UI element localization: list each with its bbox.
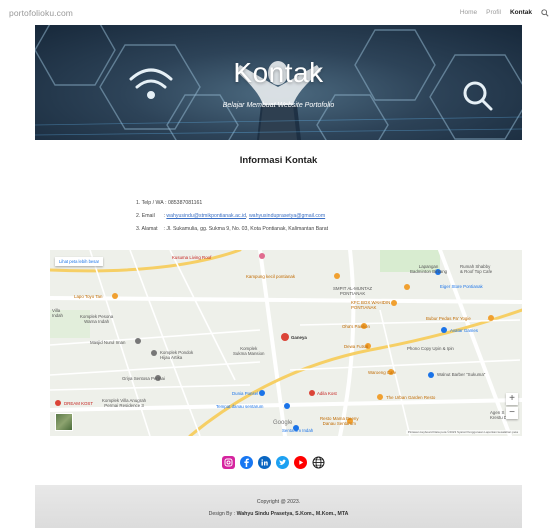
navbar: portofolioku.com Home Profil Kontak [0, 0, 557, 25]
contact-phone: 1. Telp / WA : 085387081161 [136, 198, 328, 211]
address-value: : Jl. Sukamulia, gg. Sukma 9, No. 03, Ko… [163, 226, 329, 232]
map-label: Lapo Toyo Tan [74, 294, 103, 299]
map-label: Walnut Barber "Sukuma" [437, 372, 486, 377]
hero-banner: Kontak Belajar Membuat Website Portofoli… [35, 25, 522, 140]
footer-credit: Design By : Wahyu Sindu Prasetya, S.Kom.… [35, 511, 522, 517]
map-label: SMPIT AL-MUNTAZ PONTIANAK [333, 286, 373, 296]
map-label: Dewa Futsal [344, 344, 369, 349]
map-label: Villa Indah [52, 308, 63, 318]
map-label: Dunia Ponsel [232, 391, 259, 396]
email-separator: : [163, 213, 165, 219]
facebook-icon[interactable] [240, 456, 253, 469]
youtube-icon[interactable] [294, 456, 307, 469]
hero-title: Kontak [233, 57, 324, 88]
hero-subtitle: Belajar Membuat Website Portofolio [222, 102, 335, 109]
address-label: 3. Alamat [136, 226, 158, 232]
map-label: Kampung kecil pontianak [246, 274, 296, 279]
map-label: Ganeya [291, 335, 307, 340]
nav-home[interactable]: Home [460, 9, 477, 16]
map-label: Komplek Pondok Hijau Artika [160, 350, 194, 360]
instagram-icon[interactable] [222, 456, 235, 469]
footer: Copyright @ 2023. Design By : Wahyu Sind… [35, 485, 522, 528]
satellite-toggle[interactable] [55, 413, 73, 431]
section-title: Informasi Kontak [239, 155, 318, 166]
google-map[interactable]: Lihat peta lebih besar Kusuma Living Roo… [50, 250, 522, 436]
search-icon[interactable] [541, 8, 549, 17]
map-label: Tempat danau sentarum [216, 404, 264, 409]
linkedin-icon[interactable] [258, 456, 271, 469]
footer-copyright: Copyright @ 2023. [256, 499, 301, 505]
zoom-in-button[interactable]: + [506, 393, 518, 405]
nav-profil[interactable]: Profil [486, 9, 501, 16]
map-label: Adila Kost [317, 391, 337, 396]
google-logo: Google [273, 420, 293, 426]
map-label: Phono Copy Upin & Ipin [407, 346, 454, 351]
view-larger-map-link[interactable]: Lihat peta lebih besar [55, 257, 104, 266]
email-link-2[interactable]: wahyusinduprasetya@gmail.com [249, 213, 325, 219]
map-label: Griya Sentosa Permai [122, 376, 165, 381]
zoom-out-button[interactable]: − [506, 407, 518, 419]
map-attribution[interactable]: Pintasan keyboard Data peta ©2023 Syarat… [405, 430, 520, 434]
map-label: Sentarum Indah [282, 428, 314, 433]
map-label: The Urban Garden Resto [386, 395, 436, 400]
map-label: Komplek Sukma Mansion [233, 346, 265, 356]
twitter-icon[interactable] [276, 456, 289, 469]
nav-menu: Home Profil Kontak [460, 8, 549, 17]
brand-logo[interactable]: portofolioku.com [9, 8, 73, 18]
footer-credit-prefix: Design By : [208, 511, 236, 517]
phone-label: 1. Telp / WA [136, 200, 164, 206]
email-link-1[interactable]: wahyusindu@stmikpontianak.ac.id [166, 213, 246, 219]
contact-address: 3. Alamat : Jl. Sukamulia, gg. Sukma 9, … [136, 224, 328, 237]
map-label: Komplek Villa Anugrah Permai Residence 3 [102, 398, 147, 408]
map-label: Masjid Nurul Iman [90, 340, 126, 345]
map-label: Rumah Shabby & Roof Top Cafe [460, 264, 493, 274]
globe-icon[interactable] [312, 456, 325, 469]
map-label: KFC BOX WAHIDIN PONTIANAK [351, 300, 391, 310]
map-label: Waroeng Cafe [368, 370, 397, 375]
email-comma: , [246, 213, 248, 219]
map-label: Lapangan Badminton Bintang [410, 264, 448, 274]
email-label: 2. Email [136, 213, 155, 219]
social-links [222, 456, 325, 469]
map-label: Oha's Pavilion [342, 324, 370, 329]
phone-value: : 085387081161 [165, 200, 203, 206]
contact-info-list: 1. Telp / WA : 085387081161 2. Email : w… [136, 198, 328, 237]
map-label: Avatar Games [450, 328, 478, 333]
nav-kontak[interactable]: Kontak [510, 9, 532, 16]
map-label: DREAM KOST [64, 401, 94, 406]
map-label: Komplek Pesona Warna Indah [80, 314, 114, 324]
contact-email: 2. Email : wahyusindu@stmikpontianak.ac.… [136, 211, 328, 224]
footer-credit-name: Wahyu Sindu Prasetya, S.Kom., M.Kom., MT… [236, 511, 349, 517]
map-label: Resto Mama Beeny Danau Sentarum [320, 416, 359, 426]
map-label: Bubur Pedas Pa' Yogie [426, 316, 471, 321]
map-label: Kusuma Living Roof [172, 255, 212, 260]
map-label: Eiger Store Pontianak [440, 284, 483, 289]
